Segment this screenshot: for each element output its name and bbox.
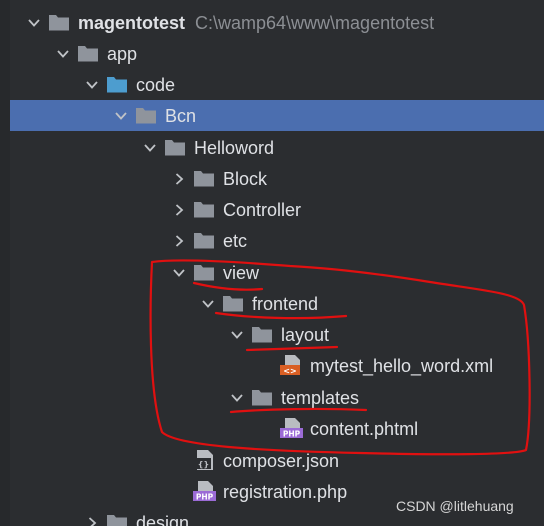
tree-row-label: app xyxy=(107,44,138,64)
chevron-down-icon[interactable] xyxy=(111,100,131,131)
tree-row-mytest-hello-word-xml[interactable]: <> mytest_hello_word.xml xyxy=(10,350,544,381)
tree-row-label: code xyxy=(136,75,176,95)
tree-row-project-root[interactable]: magentotest C:\wamp64\www\magentotest xyxy=(10,7,544,38)
panel-gutter xyxy=(0,0,10,526)
chevron-down-icon[interactable] xyxy=(53,38,73,69)
folder-icon xyxy=(193,168,215,188)
tree-row-app[interactable]: app xyxy=(10,38,544,69)
chevron-right-icon[interactable] xyxy=(169,163,189,194)
json-file-icon: {} xyxy=(193,450,215,470)
folder-icon xyxy=(106,512,128,526)
tree-row-label: registration.php xyxy=(223,482,348,502)
chevron-right-icon[interactable] xyxy=(169,194,189,225)
tree-row-controller[interactable]: Controller xyxy=(10,194,544,225)
chevron-down-icon[interactable] xyxy=(169,257,189,288)
tree-row-label: Controller xyxy=(223,200,302,220)
tree-row-bcn[interactable]: Bcn xyxy=(10,100,544,131)
tree-row-etc[interactable]: etc xyxy=(10,225,544,256)
folder-icon xyxy=(193,262,215,282)
tree-row-label: layout xyxy=(281,325,330,345)
project-name: magentotest C:\wamp64\www\magentotest xyxy=(78,12,434,34)
chevron-right-icon[interactable] xyxy=(82,507,102,526)
chevron-down-icon[interactable] xyxy=(24,7,44,38)
tree-row-frontend[interactable]: frontend xyxy=(10,288,544,319)
tree-row-composer-json[interactable]: {} composer.json xyxy=(10,445,544,476)
folder-icon xyxy=(193,230,215,250)
folder-icon xyxy=(193,199,215,219)
tree-row-code[interactable]: code xyxy=(10,69,544,100)
tree-row-label: etc xyxy=(223,231,248,251)
tree-row-label: mytest_hello_word.xml xyxy=(310,356,494,376)
xml-file-icon: <> xyxy=(280,355,302,375)
source-folder-icon xyxy=(106,74,128,94)
chevron-down-icon[interactable] xyxy=(82,69,102,100)
php-file-icon: PHP xyxy=(280,418,303,438)
chevron-down-icon[interactable] xyxy=(140,132,160,163)
chevron-right-icon[interactable] xyxy=(169,225,189,256)
project-tree-panel: magentotest C:\wamp64\www\magentotest app… xyxy=(0,0,544,526)
tree-row-block[interactable]: Block xyxy=(10,163,544,194)
file-type-badge: PHP xyxy=(196,492,214,501)
tree-row-label: templates xyxy=(281,388,360,408)
tree-row-label: content.phtml xyxy=(310,419,419,439)
folder-icon xyxy=(48,12,70,32)
file-type-badge: {} xyxy=(198,460,209,469)
folder-icon xyxy=(135,105,157,125)
file-type-badge: PHP xyxy=(283,429,301,438)
tree-row-content-phtml[interactable]: PHP content.phtml xyxy=(10,413,544,444)
folder-icon xyxy=(222,293,244,313)
folder-icon xyxy=(164,137,186,157)
project-name-text: magentotest xyxy=(78,13,186,33)
tree-row-layout[interactable]: layout xyxy=(10,319,544,350)
chevron-down-icon[interactable] xyxy=(227,319,247,350)
folder-icon xyxy=(77,43,99,63)
folder-icon xyxy=(251,324,273,344)
tree-row-label: view xyxy=(223,263,260,283)
tree-row-label: frontend xyxy=(252,294,319,314)
file-type-badge: <> xyxy=(283,366,296,375)
chevron-down-icon[interactable] xyxy=(198,288,218,319)
php-file-icon: PHP xyxy=(193,481,216,501)
tree-row-label: Block xyxy=(223,169,268,189)
tree-row-label: composer.json xyxy=(223,451,340,471)
tree-row-templates[interactable]: templates xyxy=(10,382,544,413)
tree-row-label: Helloword xyxy=(194,138,275,158)
project-path: C:\wamp64\www\magentotest xyxy=(195,13,435,33)
tree-row-label: design xyxy=(136,513,190,526)
folder-icon xyxy=(251,387,273,407)
tree-row-label: Bcn xyxy=(165,106,197,126)
tree-row-view[interactable]: view xyxy=(10,257,544,288)
chevron-down-icon[interactable] xyxy=(227,382,247,413)
tree-row-helloword[interactable]: Helloword xyxy=(10,132,544,163)
watermark-text: CSDN @litlehuang xyxy=(396,498,514,514)
